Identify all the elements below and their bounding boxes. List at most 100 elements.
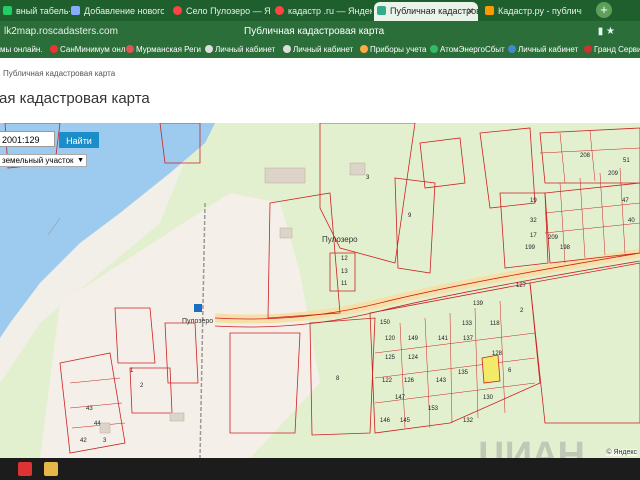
os-taskbar: [0, 458, 640, 480]
bookmark-icon: [50, 45, 58, 53]
parcel-label: 6: [508, 368, 512, 374]
tab-label: Кадастр.ру - публичн: [498, 6, 582, 16]
tab-3[interactable]: кадастр .ru — Яндекс: [272, 2, 372, 21]
cadastral-number-input[interactable]: 2001:129: [0, 131, 55, 147]
search-button[interactable]: Найти: [59, 132, 99, 148]
tab-label: Публичная кадастров: [390, 6, 478, 16]
bookmark-1[interactable]: СанМинимум онл: [50, 42, 126, 58]
bookmark-icon: [430, 45, 438, 53]
tab-label: Село Пулозеро — Янде: [186, 6, 270, 16]
bookmark-icon: [360, 45, 368, 53]
tab-label: вный табель-н: [16, 6, 70, 16]
bookmark-icon: [126, 45, 134, 53]
tab-5[interactable]: Кадастр.ру - публичн: [482, 2, 582, 21]
parcel-label: 135: [458, 370, 469, 376]
tab-favicon: [275, 6, 284, 15]
parcel-label: 133: [462, 321, 473, 327]
app-icon[interactable]: [18, 462, 32, 476]
parcel-label: 150: [380, 320, 391, 326]
address-bar[interactable]: lk2map.roscadasters.com Публичная кадаст…: [0, 22, 625, 41]
tab-2[interactable]: Село Пулозеро — Янде: [170, 2, 270, 21]
parcel-label: 19: [530, 198, 537, 204]
bookmark-label: мы онлайн.: [0, 45, 43, 54]
object-type-value: земельный участок: [2, 156, 74, 165]
parcel-label: 40: [628, 218, 635, 224]
breadcrumb[interactable]: Публичная кадастровая карта: [3, 69, 115, 78]
parcel-label: 146: [380, 418, 391, 424]
parcel-label: 128: [492, 351, 503, 357]
bookmark-5[interactable]: Приборы учета: [360, 42, 427, 58]
parcel-label: 127: [516, 283, 527, 289]
address-page-title: Публичная кадастровая карта: [244, 26, 385, 37]
parcel-label: 132: [463, 418, 474, 424]
bookmark-label: Мурманская Реги: [136, 45, 201, 54]
tab-favicon: [377, 6, 386, 15]
tab-favicon: [3, 6, 12, 15]
page-title: ая кадастровая карта: [0, 90, 150, 107]
parcel-label: 209: [608, 171, 619, 177]
place-label: Пулозеро: [322, 235, 358, 244]
parcel-label: 42: [80, 438, 87, 444]
cadastral-map[interactable]: Пулозеро Пулозеро 12 13 11 9 3 6 8 1 2 4…: [0, 123, 640, 458]
parcel-label: 153: [428, 406, 439, 412]
parcel-label: 149: [408, 336, 419, 342]
parcel-label: 2: [520, 308, 524, 314]
parcel-label: 130: [483, 395, 494, 401]
bookmark-8[interactable]: Гранд Сервис: [584, 42, 640, 58]
tab-label: Добавление нового об: [84, 6, 164, 16]
tab-favicon: [71, 6, 80, 15]
tab-1[interactable]: Добавление нового об: [68, 2, 164, 21]
parcel-label: 3: [103, 438, 107, 444]
new-tab-button[interactable]: +: [596, 2, 612, 18]
parcel-label: 8: [336, 376, 340, 382]
bookmark-label: Личный кабинет: [518, 45, 579, 54]
parcel-label: 122: [382, 378, 393, 384]
bookmark-label: Личный кабинет: [215, 45, 276, 54]
bookmark-3[interactable]: Личный кабинет: [205, 42, 275, 58]
address-toolbar: lk2map.roscadasters.com Публичная кадаст…: [0, 21, 640, 42]
parcel-label: 13: [341, 269, 348, 275]
tab-0[interactable]: вный табель-н: [0, 2, 70, 21]
parcel-label: 3: [366, 175, 370, 181]
object-type-select[interactable]: земельный участок ▼: [0, 154, 87, 167]
parcel-label: 124: [408, 355, 419, 361]
chevron-down-icon: ▼: [77, 157, 84, 164]
parcel-label: 51: [623, 158, 630, 164]
parcel-label: 47: [622, 198, 629, 204]
map-copyright[interactable]: © Яндекс: [606, 449, 637, 456]
bookmark-icon: [508, 45, 516, 53]
tab-4-active[interactable]: Публичная кадастров ✕: [374, 2, 478, 21]
bookmark-7[interactable]: Личный кабинет: [508, 42, 578, 58]
bookmark-0[interactable]: мы онлайн.: [0, 42, 43, 58]
bookmark-star-icon[interactable]: ▮ ★: [598, 22, 615, 41]
watermark: ЦИАН: [478, 435, 585, 458]
bookmark-6[interactable]: АтомЭнергоСбыт: [430, 42, 505, 58]
bookmark-label: Гранд Сервис: [594, 45, 640, 54]
parcel-label: 137: [463, 336, 474, 342]
address-url: lk2map.roscadasters.com: [4, 26, 118, 37]
bookmark-4[interactable]: Личный кабинет: [283, 42, 353, 58]
parcel-label: 198: [560, 245, 571, 251]
bookmark-2[interactable]: Мурманская Реги: [126, 42, 201, 58]
tab-label: кадастр .ru — Яндекс: [288, 6, 372, 16]
parcel-label: 199: [525, 245, 536, 251]
parcel-label: 17: [530, 233, 537, 239]
parcel-label: 118: [490, 321, 500, 327]
tab-favicon: [173, 6, 182, 15]
bus-stop-label: Пулозеро: [182, 318, 214, 325]
close-tab-icon[interactable]: ✕: [466, 2, 474, 21]
browser-tab-bar: вный табель-н Добавление нового об Село …: [0, 0, 640, 21]
parcel-label: 32: [530, 218, 537, 224]
parcel-label: 147: [395, 395, 406, 401]
parcel-label: 2: [140, 383, 144, 389]
parcel-label: 141: [438, 336, 449, 342]
parcel-label: 12: [341, 256, 348, 262]
parcel-label: 145: [400, 418, 411, 424]
parcel-label: 43: [86, 406, 93, 412]
bookmark-label: Личный кабинет: [293, 45, 354, 54]
tab-favicon: [485, 6, 494, 15]
parcel-label: 1: [130, 368, 134, 374]
parcel-label: 125: [385, 355, 396, 361]
parcel-label: 120: [385, 336, 396, 342]
folder-icon[interactable]: [44, 462, 58, 476]
